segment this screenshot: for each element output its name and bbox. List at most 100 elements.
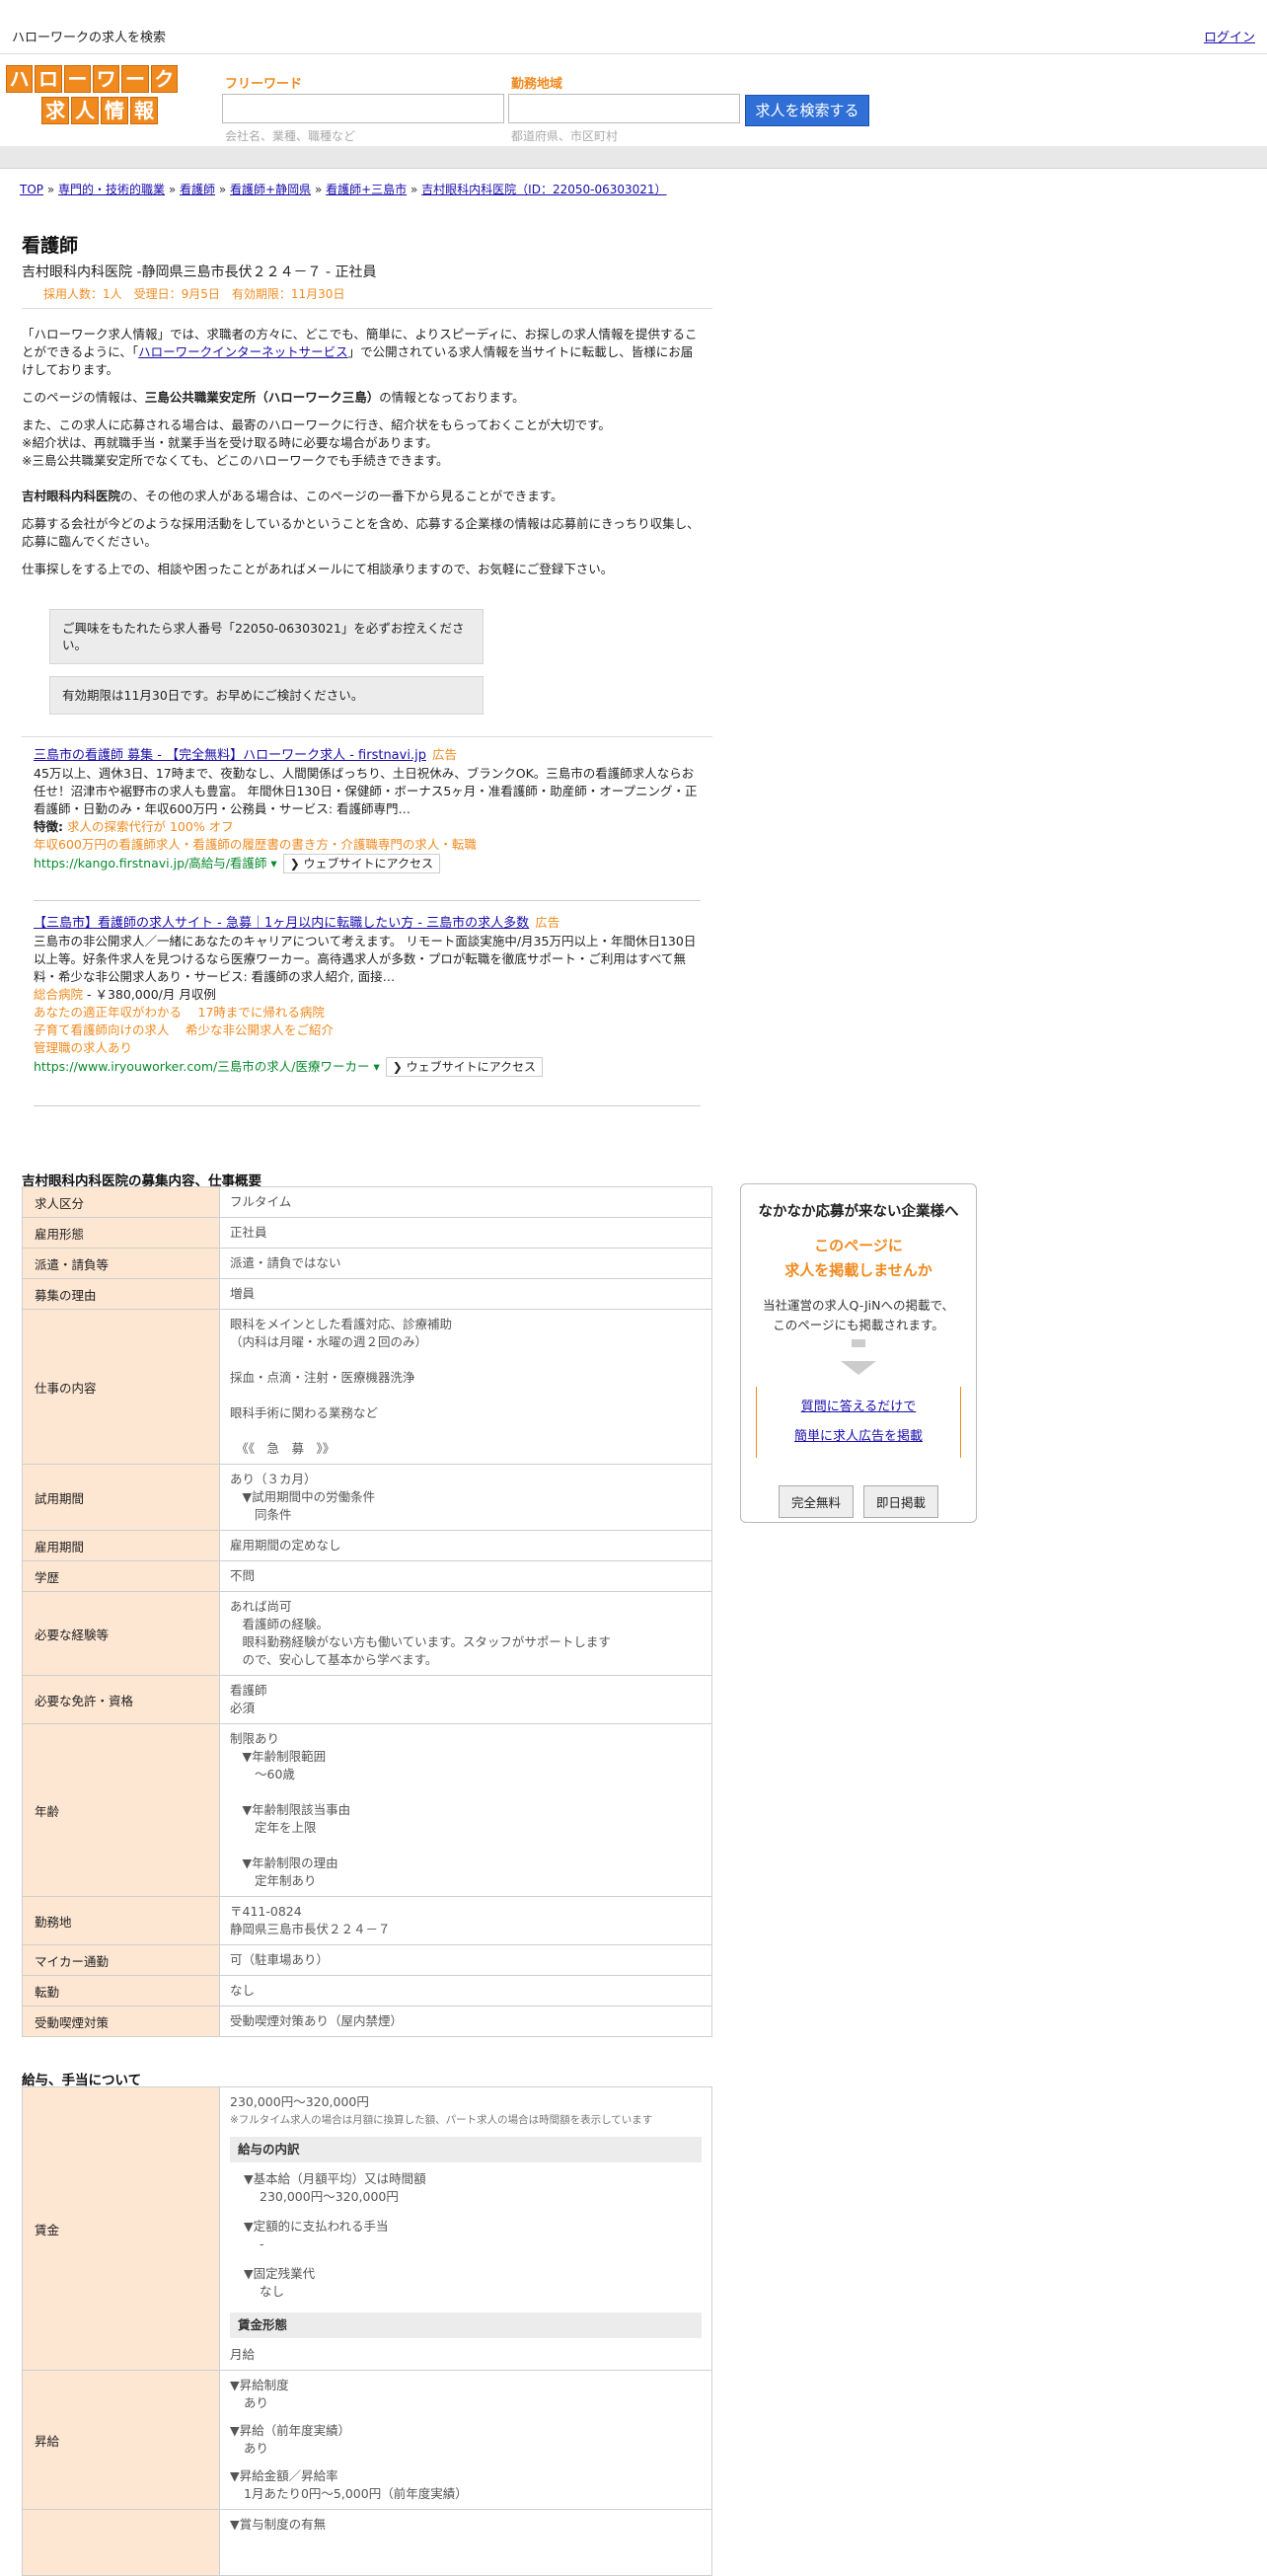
notice-box: 有効期限は11月30日です。お早めにご検討ください。 xyxy=(49,676,484,715)
logo-char: ハ xyxy=(6,65,34,93)
ad-url[interactable]: https://www.iryouworker.com/三島市の求人/医療ワーカ… xyxy=(34,1059,369,1074)
job-title: 看護師 xyxy=(22,235,79,257)
ad-body: 三島市の非公開求人／一緒にあなたのキャリアについて考えます。 リモート面談実施中… xyxy=(34,934,697,984)
keyword-hint: 会社名、業種、職種など xyxy=(225,129,356,143)
logo-char: ー xyxy=(63,65,91,93)
row-value: なし xyxy=(219,1975,712,2007)
row-value: 不問 xyxy=(219,1560,712,1592)
divider xyxy=(22,308,712,309)
table-row: 必要な経験等 あれば尚可 看護師の経験。 眼科勤務経験がない方も働いています。スタ… xyxy=(22,1591,712,1676)
ad-sitelinks[interactable]: 管理職の求人あり xyxy=(34,1039,701,1057)
breadcrumb-link[interactable]: 看護師 xyxy=(180,183,215,196)
visit-site-button[interactable]: ❯ ウェブサイトにアクセス xyxy=(282,854,440,873)
ad-title-link[interactable]: 三島市の看護師 募集 - 【完全無料】ハローワーク求人 - firstnavi.… xyxy=(34,748,426,763)
area-input[interactable] xyxy=(508,94,740,123)
divider xyxy=(34,900,701,901)
divider xyxy=(22,736,712,737)
ad-tag: 広告 xyxy=(535,915,560,930)
hellowork-logo[interactable]: ハ ロ ー ワ ー ク 求 人 情 報 xyxy=(6,65,178,124)
wage-table: 賃金 230,000円〜320,000円 ※フルタイム求人の場合は月額に換算した… xyxy=(22,2086,712,2576)
advertise-link[interactable]: 簡単に求人広告を掲載 xyxy=(757,1422,960,1452)
table-row: 雇用形態 正社員 xyxy=(22,1217,712,1249)
ad-title-link[interactable]: 【三島市】看護師の求人サイト - 急募｜1ヶ月以内に転職したい方 - 三島市の求… xyxy=(34,916,529,931)
ad-sitelinks[interactable]: 年収600万円の看護師求人・看護師の履歴書の書き方・介護職専門の求人・転職 xyxy=(34,836,701,854)
top-bar: ハローワークの求人を検索 ログイン xyxy=(0,0,1267,54)
table-row: 年齢 制限あり ▼年齢制限範囲 〜60歳 ▼年齢制限該当事由 定年を上限 ▼年齢制… xyxy=(22,1723,712,1897)
login-link[interactable]: ログイン xyxy=(1204,27,1255,45)
breadcrumb-link[interactable]: TOP xyxy=(20,183,43,196)
row-value: 可（駐車場あり） xyxy=(219,1944,712,1976)
job-details-table: 求人区分 フルタイム 雇用形態 正社員 派遣・請負等 派遣・請負ではない 募集の理由 増員 仕事… xyxy=(22,1186,712,2037)
visit-site-button[interactable]: ❯ ウェブサイトにアクセス xyxy=(385,1057,543,1077)
logo-char: ロ xyxy=(35,65,62,93)
logo-char: 報 xyxy=(130,97,158,124)
row-value: フルタイム xyxy=(219,1186,712,1218)
row-key: 雇用形態 xyxy=(22,1217,220,1249)
logo-char: ク xyxy=(150,65,178,93)
breadcrumb-link[interactable]: 吉村眼科内科医院（ID：22050-06303021） xyxy=(421,183,666,196)
advertise-link[interactable]: 質問に答えるだけで xyxy=(757,1393,960,1422)
row-key: 学歴 xyxy=(22,1560,220,1592)
ad-url[interactable]: https://kango.firstnavi.jp/高給与/看護師 xyxy=(34,856,266,871)
advertise-box: なかなか応募が来ない企業様へ このページに 求人を掲載しませんか 当社運営の求人… xyxy=(740,1183,977,1523)
logo-char: ー xyxy=(121,65,149,93)
area-label: 勤務地域 xyxy=(511,77,563,92)
ad-block: 三島市の看護師 募集 - 【完全無料】ハローワーク求人 - firstnavi.… xyxy=(34,746,701,873)
row-value: 派遣・請負ではない xyxy=(219,1248,712,1279)
logo-char: 情 xyxy=(101,97,128,124)
search-button[interactable]: 求人を検索する xyxy=(745,95,869,126)
table-row: 試用期間 あり（３カ月） ▼試用期間中の労働条件 同条件 xyxy=(22,1464,712,1531)
row-value: あれば尚可 看護師の経験。 眼科勤務経験がない方も働いています。スタッフがサポー… xyxy=(219,1591,712,1676)
table-row: 求人区分 フルタイム xyxy=(22,1186,712,1218)
table-row: 募集の理由 増員 xyxy=(22,1278,712,1310)
free-badge[interactable]: 完全無料 xyxy=(778,1485,854,1518)
keyword-input[interactable] xyxy=(222,94,504,123)
job-meta: 採用人数：1人 受理日：9月5日 有効期限：11月30日 xyxy=(43,287,345,301)
table-row: 必要な免許・資格 看護師 必須 xyxy=(22,1675,712,1724)
section-title: 給与、手当について xyxy=(22,2073,142,2088)
row-key: 派遣・請負等 xyxy=(22,1248,220,1279)
row-value: 〒411-0824 静岡県三島市長伏２２４－７ xyxy=(219,1896,712,1945)
row-key: 雇用期間 xyxy=(22,1530,220,1561)
breadcrumb-link[interactable]: 看護師+三島市 xyxy=(326,183,407,196)
job-header: 看護師 吉村眼科内科医院 -静岡県三島市長伏２２４－７ - 正社員 採用人数：1… xyxy=(22,231,376,302)
row-value: 受動喫煙対策あり（屋内禁煙） xyxy=(219,2006,712,2037)
intro-text: 「ハローワーク求人情報」では、求職者の方々に、どこでも、簡単に、よりスピーディに… xyxy=(22,327,700,576)
row-key: 仕事の内容 xyxy=(22,1309,220,1465)
breadcrumb-link[interactable]: 専門的・技術的職業 xyxy=(58,183,165,196)
row-key: マイカー通勤 xyxy=(22,1944,220,1976)
divider xyxy=(34,1105,701,1106)
row-key: 必要な経験等 xyxy=(22,1591,220,1676)
table-row: 雇用期間 雇用期間の定めなし xyxy=(22,1530,712,1561)
table-row: 学歴 不問 xyxy=(22,1560,712,1592)
hellowork-internet-link[interactable]: ハローワークインターネットサービス xyxy=(138,344,348,359)
down-arrow-icon xyxy=(852,1339,865,1347)
table-row: 仕事の内容 眼科をメインとした看護対応、診療補助 （内科は月曜・水曜の週２回のみ）採… xyxy=(22,1309,712,1465)
site-title: ハローワークの求人を検索 xyxy=(12,31,167,45)
breadcrumb-link[interactable]: 看護師+静岡県 xyxy=(230,183,311,196)
row-value: 正社員 xyxy=(219,1217,712,1249)
job-subtitle: 吉村眼科内科医院 -静岡県三島市長伏２２４－７ - 正社員 xyxy=(22,265,377,280)
row-key: 年齢 xyxy=(22,1723,220,1897)
row-key: 昇給 xyxy=(22,2370,220,2510)
row-key: 必要な免許・資格 xyxy=(22,1675,220,1724)
advertise-heading: なかなか応募が来ない企業様へ xyxy=(758,1204,959,1220)
table-row: 受動喫煙対策 受動喫煙対策あり（屋内禁煙） xyxy=(22,2006,712,2037)
same-day-badge[interactable]: 即日掲載 xyxy=(863,1485,939,1518)
row-key: 試用期間 xyxy=(22,1464,220,1531)
ad-tag: 広告 xyxy=(431,747,457,762)
keyword-label: フリーワード xyxy=(225,77,303,92)
down-arrow-icon xyxy=(841,1361,876,1375)
logo-char: ワ xyxy=(92,65,120,93)
row-key: 求人区分 xyxy=(22,1186,220,1218)
divider-bar xyxy=(0,146,1267,169)
row-key: 受動喫煙対策 xyxy=(22,2006,220,2037)
ad-sitelinks[interactable]: あなたの適正年収がわかる 17時までに帰れる病院 xyxy=(34,1004,701,1022)
row-value: 雇用期間の定めなし xyxy=(219,1530,712,1561)
logo-char: 人 xyxy=(71,97,99,124)
table-row: 転勤 なし xyxy=(22,1975,712,2007)
ad-body: 45万以上、週休3日、17時まで、夜勤なし、人間関係ばっちり、土日祝休み、ブラン… xyxy=(34,766,698,816)
table-row: 勤務地 〒411-0824 静岡県三島市長伏２２４－７ xyxy=(22,1896,712,1945)
ad-sitelinks[interactable]: 子育て看護師向けの求人 希少な非公開求人をご紹介 xyxy=(34,1022,701,1039)
row-value: 看護師 必須 xyxy=(219,1675,712,1724)
